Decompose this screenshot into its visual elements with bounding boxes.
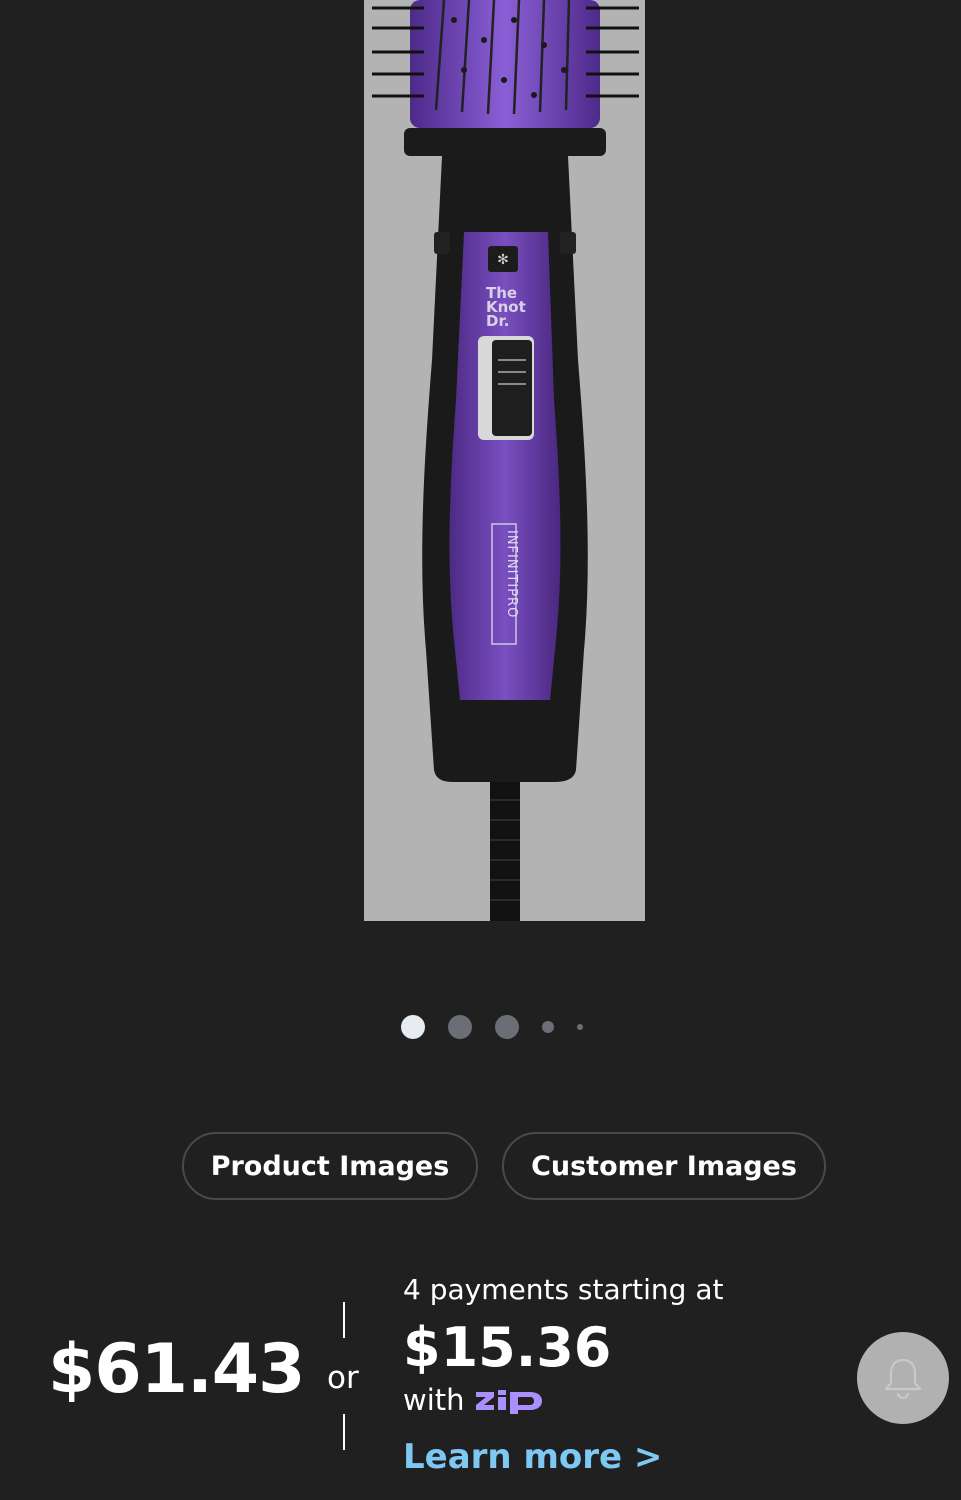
carousel-dot-3[interactable] [495, 1015, 519, 1039]
svg-text:INFINITIPRO: INFINITIPRO [504, 530, 519, 618]
installment-amount: $15.36 [403, 1316, 612, 1379]
carousel-dot-5[interactable] [577, 1024, 583, 1030]
carousel-pagination [0, 1014, 961, 1040]
payments-description: 4 payments starting at [403, 1273, 724, 1306]
with-label: with [403, 1383, 465, 1417]
svg-text:Dr.: Dr. [486, 312, 509, 330]
learn-more-link[interactable]: Learn more > [403, 1437, 662, 1477]
product-image[interactable]: ✻ The Knot Dr. INFINITIPRO [364, 0, 645, 921]
product-price: $61.43 [48, 1330, 305, 1409]
customer-images-button[interactable]: Customer Images [502, 1132, 826, 1200]
divider-top [343, 1302, 345, 1338]
carousel-dot-2[interactable] [448, 1015, 472, 1039]
notification-bell-button[interactable] [857, 1332, 949, 1424]
bell-icon [884, 1358, 922, 1400]
zip-logo-icon [476, 1390, 542, 1414]
carousel-dot-1[interactable] [401, 1015, 425, 1039]
or-label: or [327, 1360, 359, 1396]
product-images-button[interactable]: Product Images [182, 1132, 478, 1200]
hair-brush-illustration: ✻ The Knot Dr. INFINITIPRO [372, 0, 639, 921]
svg-text:✻: ✻ [497, 252, 509, 268]
zip-logo [474, 1388, 544, 1414]
divider-bottom [343, 1414, 345, 1450]
carousel-dot-4[interactable] [542, 1021, 554, 1033]
product-page: ✻ The Knot Dr. INFINITIPRO Product Image… [0, 0, 961, 1500]
